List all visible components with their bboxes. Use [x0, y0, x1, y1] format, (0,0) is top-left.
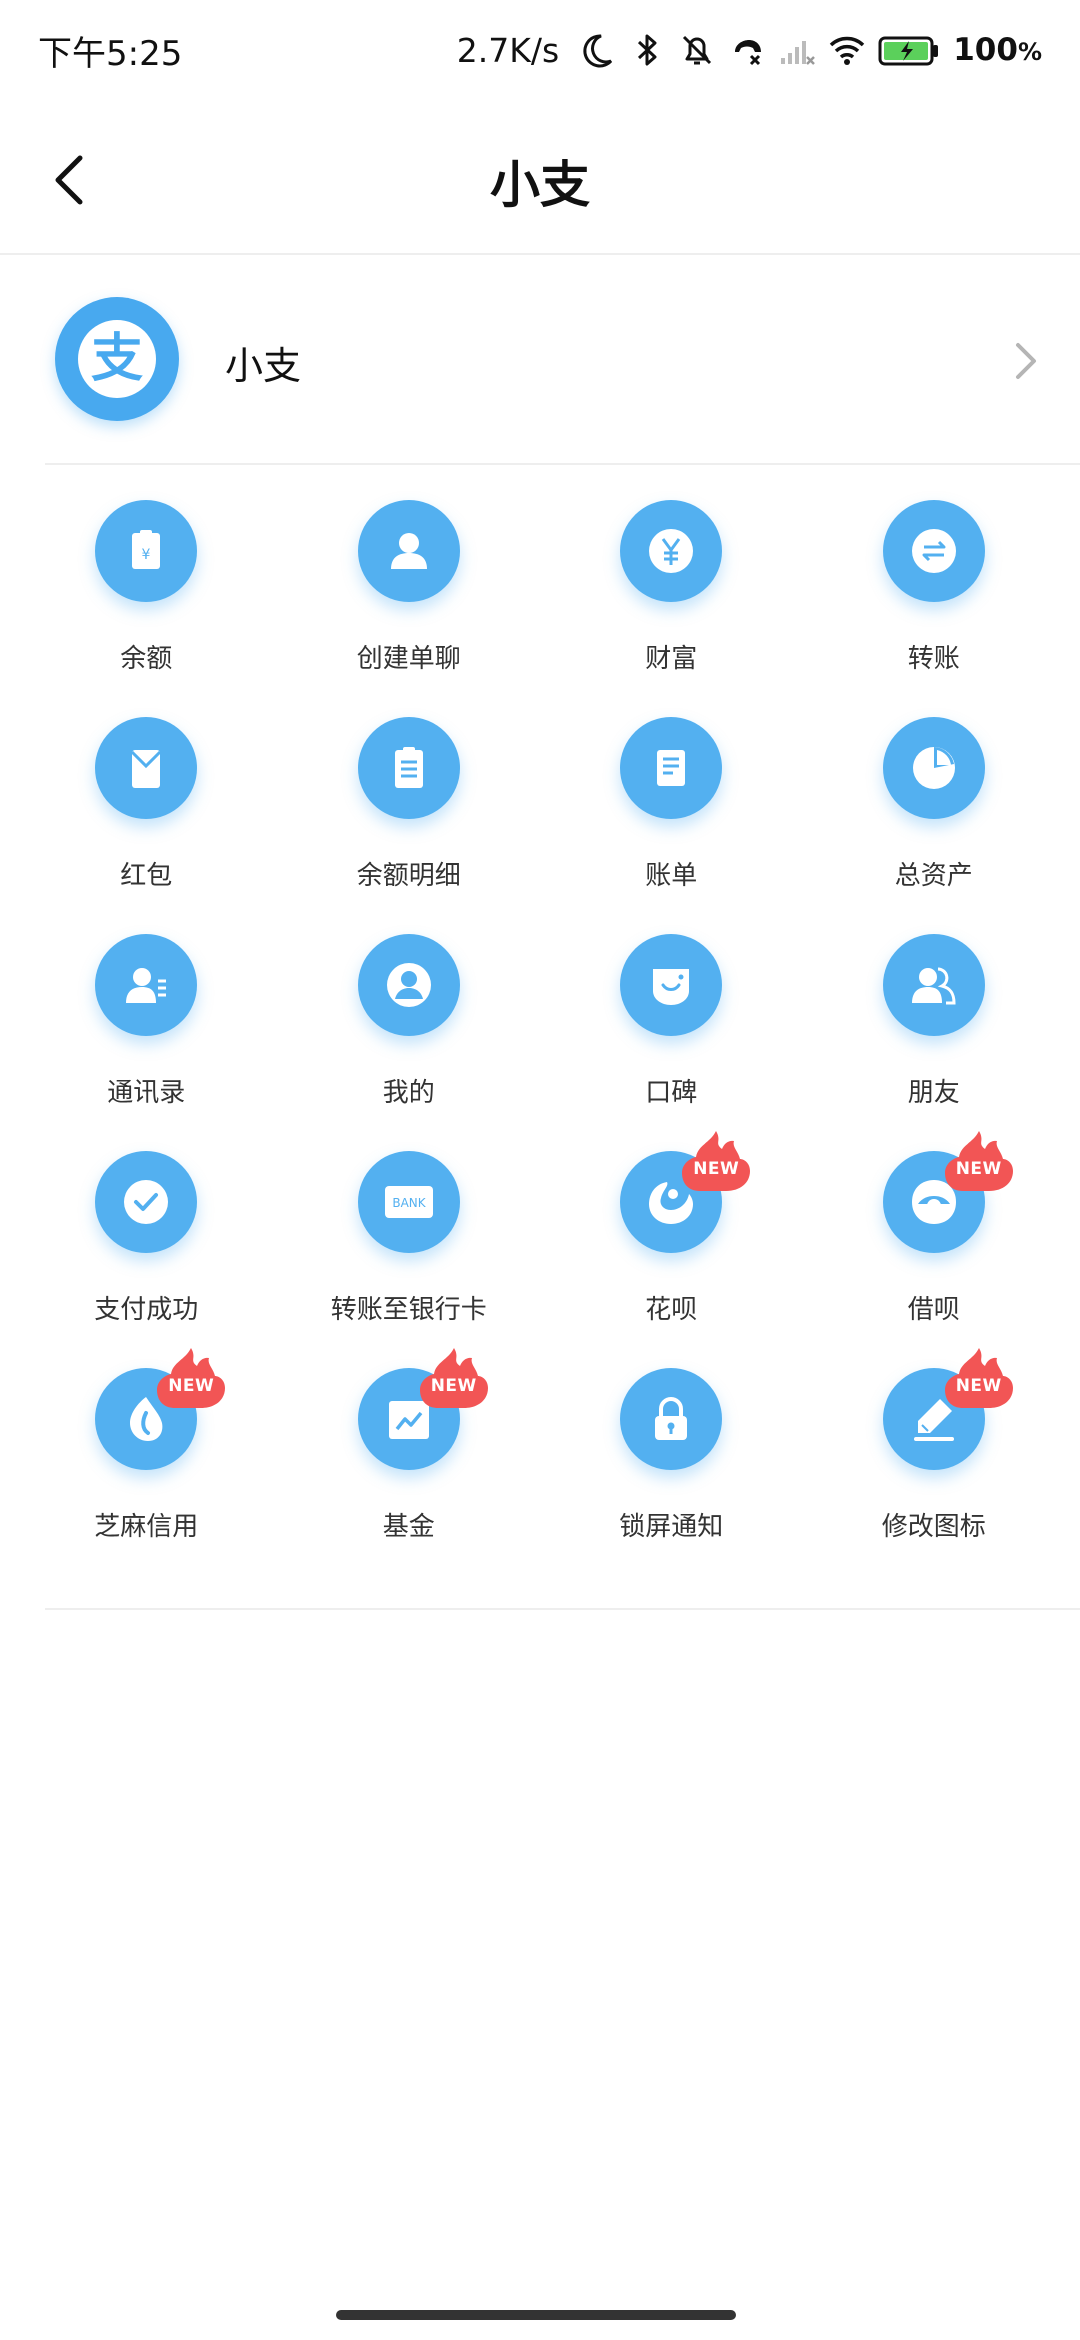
grid-item-label: 转账 — [907, 644, 960, 674]
battery-percent: 100% — [953, 32, 1042, 68]
sesame-icon: NEW — [95, 1348, 226, 1470]
alipay-logo-icon: 支 — [78, 320, 156, 398]
call-icon — [727, 28, 767, 72]
new-badge-label: NEW — [955, 1376, 1002, 1396]
grid-item[interactable]: NEW 基金 — [278, 1348, 541, 1585]
grid-item[interactable]: 通讯录 — [15, 934, 278, 1151]
new-badge-label: NEW — [168, 1376, 215, 1396]
grid-item[interactable]: 创建单聊 — [278, 500, 541, 717]
jiebei-icon: NEW — [882, 1131, 1013, 1253]
grid-item-label: 我的 — [382, 1078, 435, 1108]
grid-item[interactable]: NEW 借呗 — [803, 1131, 1066, 1368]
moon-icon — [577, 28, 617, 72]
new-badge-label: NEW — [430, 1376, 477, 1396]
grid-item-label: 余额 — [120, 644, 173, 674]
grid-item[interactable]: 朋友 — [803, 934, 1066, 1151]
wifi-icon — [827, 28, 867, 72]
new-badge: NEW — [678, 1129, 754, 1195]
pencil-icon: NEW — [882, 1348, 1013, 1470]
wallet-icon: ¥ — [95, 500, 198, 602]
grid-item-label: 朋友 — [907, 1078, 960, 1108]
chevron-right-icon — [1016, 343, 1036, 379]
bank-card-icon: BANK — [357, 1151, 460, 1253]
grid-item[interactable]: ¥ 余额 — [15, 500, 278, 717]
lock-icon — [620, 1368, 723, 1470]
grid-item-label: 基金 — [382, 1512, 435, 1542]
grid-item[interactable]: 口碑 — [540, 934, 803, 1151]
grid-item[interactable]: NEW 芝麻信用 — [15, 1348, 278, 1585]
grid-item-label: 红包 — [120, 861, 173, 891]
grid-item[interactable]: 支付成功 — [15, 1151, 278, 1368]
grid-item[interactable]: 转账 — [803, 500, 1066, 717]
person-icon — [357, 500, 460, 602]
svg-text:BANK: BANK — [392, 1196, 426, 1210]
yuan-coin-icon — [620, 500, 723, 602]
divider — [45, 1608, 1080, 1610]
nav-header: 小支 — [0, 100, 1080, 255]
grid-item-label: 余额明细 — [356, 861, 461, 891]
huabei-icon: NEW — [620, 1131, 751, 1253]
new-badge: NEW — [941, 1129, 1017, 1195]
grid-item-label: 总资产 — [894, 861, 973, 891]
profile-row[interactable]: 支 小支 — [0, 257, 1080, 465]
grid-item[interactable]: 总资产 — [803, 717, 1066, 934]
grid-item-label: 财富 — [645, 644, 698, 674]
shortcut-grid: ¥ 余额 创建单聊 财富 转账红包 余额明细 账单 总资产通讯录 我的 口碑 朋友支付成功 BANK 转… — [15, 500, 1065, 1585]
status-bar: 下午5:25 2.7K/s 100% — [0, 0, 1080, 100]
network-speed: 2.7K/s — [456, 30, 560, 70]
mute-bell-icon — [677, 28, 717, 72]
user-circle-icon — [357, 934, 460, 1036]
red-packet-icon — [95, 717, 198, 819]
grid-item[interactable]: 余额明细 — [278, 717, 541, 934]
status-icons: 2.7K/s 100% — [457, 22, 1042, 78]
check-circle-icon — [95, 1151, 198, 1253]
grid-item[interactable]: NEW 修改图标 — [803, 1348, 1066, 1585]
signal-icon — [777, 28, 817, 72]
clipboard-icon — [357, 717, 460, 819]
profile-name: 小支 — [225, 344, 302, 388]
fund-chart-icon: NEW — [357, 1348, 488, 1470]
page-title: 小支 — [490, 156, 590, 214]
grid-item[interactable]: 我的 — [278, 934, 541, 1151]
grid-item-label: 口碑 — [645, 1078, 698, 1108]
contacts-icon — [95, 934, 198, 1036]
transfer-icon — [882, 500, 985, 602]
grid-item-label: 芝麻信用 — [94, 1512, 199, 1542]
new-badge: NEW — [416, 1346, 492, 1412]
divider — [45, 463, 1080, 465]
grid-item[interactable]: 红包 — [15, 717, 278, 934]
grid-item-label: 支付成功 — [94, 1295, 199, 1325]
grid-item-label: 创建单聊 — [356, 644, 461, 674]
grid-item[interactable]: NEW 花呗 — [540, 1131, 803, 1368]
new-badge-label: NEW — [955, 1159, 1002, 1179]
grid-item-label: 花呗 — [645, 1295, 698, 1325]
grid-item[interactable]: BANK 转账至银行卡 — [278, 1151, 541, 1368]
home-indicator[interactable] — [336, 2310, 736, 2320]
grid-item-label: 借呗 — [907, 1295, 960, 1325]
grid-item-label: 转账至银行卡 — [330, 1295, 487, 1325]
svg-text:¥: ¥ — [142, 547, 151, 563]
pie-chart-icon — [882, 717, 985, 819]
grid-item[interactable]: 财富 — [540, 500, 803, 717]
grid-item-label: 修改图标 — [881, 1512, 986, 1542]
new-badge: NEW — [941, 1346, 1017, 1412]
grid-item-label: 锁屏通知 — [619, 1512, 724, 1542]
grid-item-label: 账单 — [645, 861, 698, 891]
avatar: 支 — [55, 297, 179, 421]
grid-item[interactable]: 锁屏通知 — [540, 1368, 803, 1585]
koubei-icon — [620, 934, 723, 1036]
new-badge-label: NEW — [693, 1159, 740, 1179]
new-badge: NEW — [153, 1346, 229, 1412]
status-time: 下午5:25 — [38, 34, 183, 74]
friends-icon — [882, 934, 985, 1036]
bill-icon — [620, 717, 723, 819]
bluetooth-icon — [627, 28, 667, 72]
battery-charging-icon — [877, 28, 941, 72]
grid-item[interactable]: 账单 — [540, 717, 803, 934]
grid-item-label: 通讯录 — [107, 1078, 186, 1108]
